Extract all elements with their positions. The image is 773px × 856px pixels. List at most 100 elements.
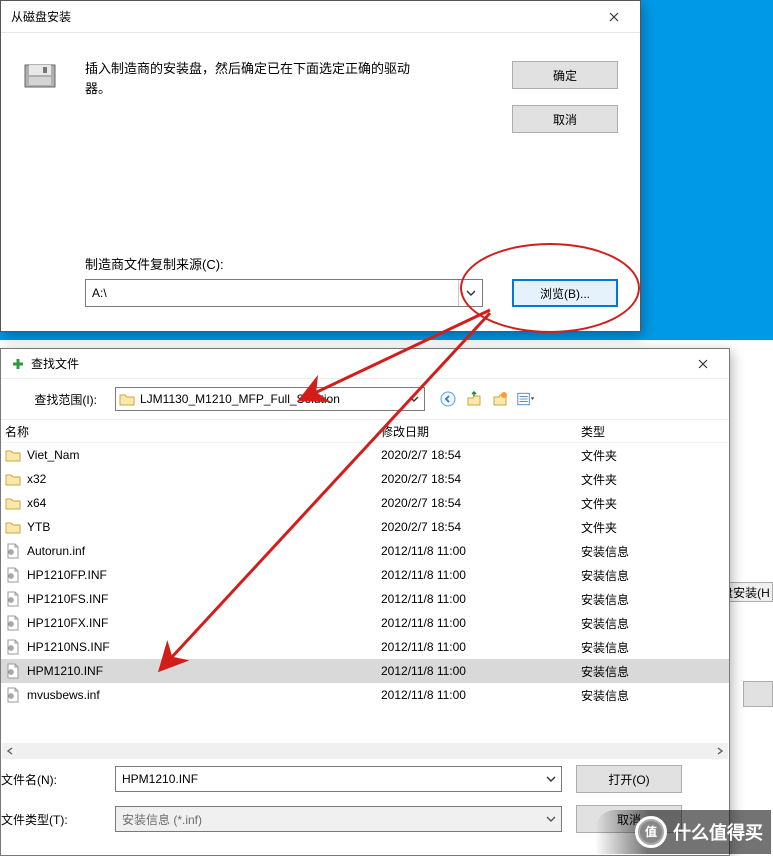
item-name: mvusbews.inf xyxy=(27,688,100,702)
item-date: 2012/11/8 11:00 xyxy=(381,640,581,654)
filename-label: 文件名(N): xyxy=(1,771,101,788)
filename-value: HPM1210.INF xyxy=(116,772,541,786)
file-list[interactable]: 名称 修改日期 类型 Viet_Nam2020/2/7 18:54文件夹x322… xyxy=(1,419,729,759)
inf-file-icon xyxy=(5,567,21,583)
folder-item[interactable]: Viet_Nam2020/2/7 18:54文件夹 xyxy=(1,443,729,467)
item-type: 文件夹 xyxy=(581,447,729,464)
background-button-fragment-2 xyxy=(743,681,773,707)
filename-combobox[interactable]: HPM1210.INF xyxy=(115,766,562,792)
filetype-label: 文件类型(T): xyxy=(1,811,101,828)
item-name: Autorun.inf xyxy=(27,544,85,558)
folder-icon xyxy=(5,447,21,463)
svg-text:值: 值 xyxy=(645,824,657,839)
inf-file-icon xyxy=(5,663,21,679)
item-type: 安装信息 xyxy=(581,567,729,584)
folder-name: LJM1130_M1210_MFP_Full_Solution xyxy=(138,392,404,406)
horizontal-scrollbar[interactable] xyxy=(2,743,728,759)
item-name: Viet_Nam xyxy=(27,448,79,462)
folder-item[interactable]: x32 2020/2/7 18:54文件夹 xyxy=(1,467,729,491)
file-item[interactable]: HP1210FX.INF2012/11/8 11:00安装信息 xyxy=(1,611,729,635)
browse-button[interactable]: 浏览(B)... xyxy=(512,279,618,307)
look-in-label: 查找范围(I): xyxy=(1,391,101,408)
column-date[interactable]: 修改日期 xyxy=(381,423,581,440)
new-folder-button[interactable] xyxy=(491,390,509,408)
close-icon xyxy=(609,12,619,22)
filename-row: 文件名(N): HPM1210.INF 打开(O) xyxy=(1,759,729,799)
file-item[interactable]: Autorun.inf 2012/11/8 11:00安装信息 xyxy=(1,539,729,563)
floppy-disk-icon xyxy=(23,59,59,93)
item-name: HPM1210.INF xyxy=(27,664,103,678)
item-date: 2020/2/7 18:54 xyxy=(381,496,581,510)
chevron-down-icon[interactable] xyxy=(541,814,561,824)
file-item[interactable]: HP1210FP.INF 2012/11/8 11:00安装信息 xyxy=(1,563,729,587)
item-type: 文件夹 xyxy=(581,471,729,488)
item-name: x64 xyxy=(27,496,46,510)
filetype-value: 安装信息 (*.inf) xyxy=(116,811,541,828)
close-button[interactable] xyxy=(594,4,634,30)
item-type: 安装信息 xyxy=(581,687,729,704)
column-name[interactable]: 名称 xyxy=(1,423,381,440)
inf-file-icon xyxy=(5,639,21,655)
list-header[interactable]: 名称 修改日期 类型 xyxy=(1,419,729,443)
source-path-combobox[interactable]: A:\ xyxy=(85,279,483,307)
inf-file-icon xyxy=(5,543,21,559)
folder-icon xyxy=(5,471,21,487)
filetype-combobox[interactable]: 安装信息 (*.inf) xyxy=(115,806,562,832)
back-button[interactable] xyxy=(439,390,457,408)
close-button[interactable] xyxy=(683,351,723,377)
file-item[interactable]: HPM1210.INF 2012/11/8 11:00安装信息 xyxy=(1,659,729,683)
look-in-combobox[interactable]: LJM1130_M1210_MFP_Full_Solution xyxy=(115,387,425,411)
open-button[interactable]: 打开(O) xyxy=(576,765,682,793)
item-date: 2020/2/7 18:54 xyxy=(381,472,581,486)
view-menu-button[interactable] xyxy=(517,390,535,408)
cancel-button[interactable]: 取消 xyxy=(512,105,618,133)
chevron-down-icon[interactable] xyxy=(458,280,482,306)
up-one-level-button[interactable] xyxy=(465,390,483,408)
watermark-logo-icon: 值 xyxy=(635,816,667,848)
scroll-right-button[interactable] xyxy=(712,743,728,759)
scroll-left-button[interactable] xyxy=(2,743,18,759)
source-path-value: A:\ xyxy=(86,286,458,300)
titlebar[interactable]: 查找文件 xyxy=(1,349,729,379)
item-date: 2012/11/8 11:00 xyxy=(381,544,581,558)
item-name: x32 xyxy=(27,472,46,486)
titlebar[interactable]: 从磁盘安装 xyxy=(1,1,640,33)
inf-file-icon xyxy=(5,591,21,607)
item-type: 安装信息 xyxy=(581,663,729,680)
file-item[interactable]: HP1210NS.INF2012/11/8 11:00安装信息 xyxy=(1,635,729,659)
item-name: HP1210FS.INF xyxy=(27,592,108,606)
folder-item[interactable]: YTB2020/2/7 18:54文件夹 xyxy=(1,515,729,539)
find-file-dialog: 查找文件 查找范围(I): LJM1130_M1210_MFP_Full_Sol… xyxy=(0,348,730,856)
item-type: 安装信息 xyxy=(581,615,729,632)
item-type: 安装信息 xyxy=(581,639,729,656)
item-date: 2012/11/8 11:00 xyxy=(381,568,581,582)
inf-file-icon xyxy=(5,687,21,703)
chevron-down-icon[interactable] xyxy=(404,394,424,404)
file-item[interactable]: mvusbews.inf 2012/11/8 11:00安装信息 xyxy=(1,683,729,707)
inf-file-icon xyxy=(5,615,21,631)
item-type: 安装信息 xyxy=(581,591,729,608)
folder-item[interactable]: x642020/2/7 18:54文件夹 xyxy=(1,491,729,515)
file-item[interactable]: HP1210FS.INF 2012/11/8 11:00安装信息 xyxy=(1,587,729,611)
chevron-down-icon[interactable] xyxy=(541,774,561,784)
look-in-row: 查找范围(I): LJM1130_M1210_MFP_Full_Solution xyxy=(1,379,729,419)
column-type[interactable]: 类型 xyxy=(581,423,729,440)
dialog-title: 查找文件 xyxy=(31,355,79,372)
item-type: 安装信息 xyxy=(581,543,729,560)
item-name: HP1210FP.INF xyxy=(27,568,107,582)
install-from-disk-dialog: 从磁盘安装 插入制造商的安装盘，然后确定已在下面选定正确的驱动器。 确定 取消 … xyxy=(0,0,641,332)
item-type: 文件夹 xyxy=(581,519,729,536)
item-date: 2012/11/8 11:00 xyxy=(381,592,581,606)
item-date: 2012/11/8 11:00 xyxy=(381,664,581,678)
dialog-icon xyxy=(11,357,25,371)
nav-toolbar xyxy=(439,390,535,408)
folder-icon xyxy=(5,519,21,535)
watermark: 值 什么值得买 xyxy=(595,810,771,854)
close-icon xyxy=(698,359,708,369)
folder-icon xyxy=(5,495,21,511)
item-date: 2012/11/8 11:00 xyxy=(381,616,581,630)
ok-button[interactable]: 确定 xyxy=(512,61,618,89)
item-date: 2012/11/8 11:00 xyxy=(381,688,581,702)
watermark-text: 什么值得买 xyxy=(673,819,763,845)
source-label: 制造商文件复制来源(C): xyxy=(85,254,224,273)
